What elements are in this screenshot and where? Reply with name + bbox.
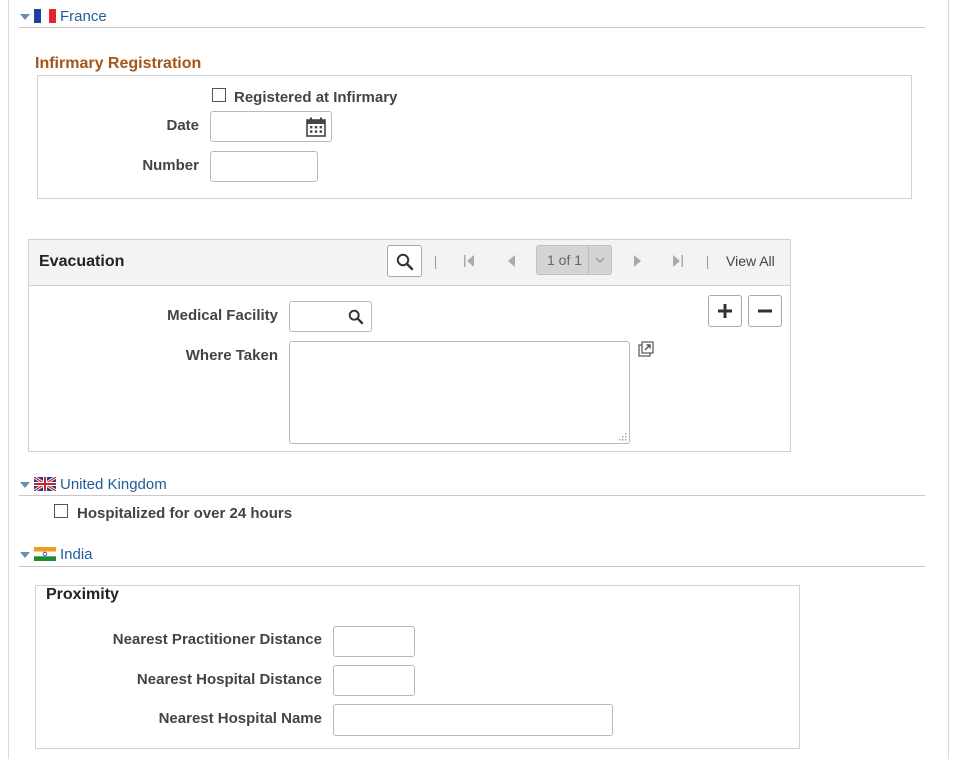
evacuation-header: Evacuation 1 of 1 View All	[29, 240, 790, 286]
page-right-border	[948, 0, 949, 759]
collapse-triangle-icon[interactable]	[20, 14, 30, 20]
nearest-hospital-name-field[interactable]	[333, 704, 613, 736]
search-icon[interactable]	[348, 309, 364, 325]
registered-at-infirmary-label: Registered at Infirmary	[234, 89, 398, 106]
last-page-icon[interactable]	[672, 254, 684, 268]
section-header-india[interactable]: India	[20, 543, 93, 565]
section-divider	[19, 27, 925, 28]
chevron-down-icon	[595, 257, 605, 264]
minus-icon	[758, 309, 772, 313]
resize-handle-icon[interactable]	[618, 432, 627, 441]
date-field[interactable]	[210, 111, 332, 142]
page-select[interactable]: 1 of 1	[536, 245, 612, 275]
where-taken-label: Where Taken	[185, 347, 278, 364]
expand-popup-icon[interactable]	[638, 341, 654, 357]
grid-search-button[interactable]	[387, 245, 422, 277]
date-label: Date	[166, 117, 199, 134]
delete-row-button[interactable]	[748, 295, 782, 327]
calendar-icon[interactable]	[305, 116, 327, 138]
first-page-icon[interactable]	[463, 254, 475, 268]
section-label-france[interactable]: France	[60, 8, 107, 25]
united-kingdom-flag-icon	[34, 477, 56, 491]
proximity-title: Proximity	[46, 586, 119, 603]
nearest-practitioner-distance-label: Nearest Practitioner Distance	[112, 631, 322, 648]
section-label-india[interactable]: India	[60, 546, 93, 563]
section-header-united-kingdom[interactable]: United Kingdom	[20, 473, 167, 495]
infirmary-registration-title: Infirmary Registration	[35, 55, 202, 72]
next-page-icon[interactable]	[633, 254, 643, 268]
collapse-triangle-icon[interactable]	[20, 552, 30, 558]
nearest-hospital-distance-label: Nearest Hospital Distance	[136, 671, 322, 688]
section-header-france[interactable]: France	[20, 5, 107, 27]
search-icon	[396, 253, 414, 271]
view-all-link[interactable]: View All	[726, 253, 775, 269]
toolbar-separator	[707, 256, 708, 269]
section-label-united-kingdom[interactable]: United Kingdom	[60, 476, 167, 493]
registered-at-infirmary-checkbox[interactable]	[212, 88, 226, 102]
number-label: Number	[142, 157, 199, 174]
where-taken-textarea[interactable]	[289, 341, 630, 444]
india-flag-icon	[34, 547, 56, 561]
hospitalized-checkbox[interactable]	[54, 504, 68, 518]
nearest-practitioner-distance-field[interactable]	[333, 626, 415, 657]
toolbar-separator	[435, 256, 436, 269]
section-divider	[19, 566, 925, 567]
medical-facility-field[interactable]	[289, 301, 372, 332]
infirmary-group-box	[37, 75, 912, 199]
hospitalized-label: Hospitalized for over 24 hours	[77, 505, 293, 522]
nearest-hospital-distance-field[interactable]	[333, 665, 415, 696]
evacuation-grid: Evacuation 1 of 1 View All Medical Facil…	[28, 239, 791, 452]
france-flag-icon	[34, 9, 56, 23]
number-field[interactable]	[210, 151, 318, 182]
nearest-hospital-name-label: Nearest Hospital Name	[158, 710, 322, 727]
page-select-caret[interactable]	[588, 246, 611, 274]
section-divider	[19, 495, 925, 496]
previous-page-icon[interactable]	[506, 254, 516, 268]
collapse-triangle-icon[interactable]	[20, 482, 30, 488]
add-row-button[interactable]	[708, 295, 742, 327]
pagination-text: 1 of 1	[547, 252, 583, 268]
medical-facility-label: Medical Facility	[167, 307, 278, 324]
page-left-border	[8, 0, 9, 759]
evacuation-title: Evacuation	[39, 253, 125, 270]
plus-icon	[718, 304, 732, 318]
